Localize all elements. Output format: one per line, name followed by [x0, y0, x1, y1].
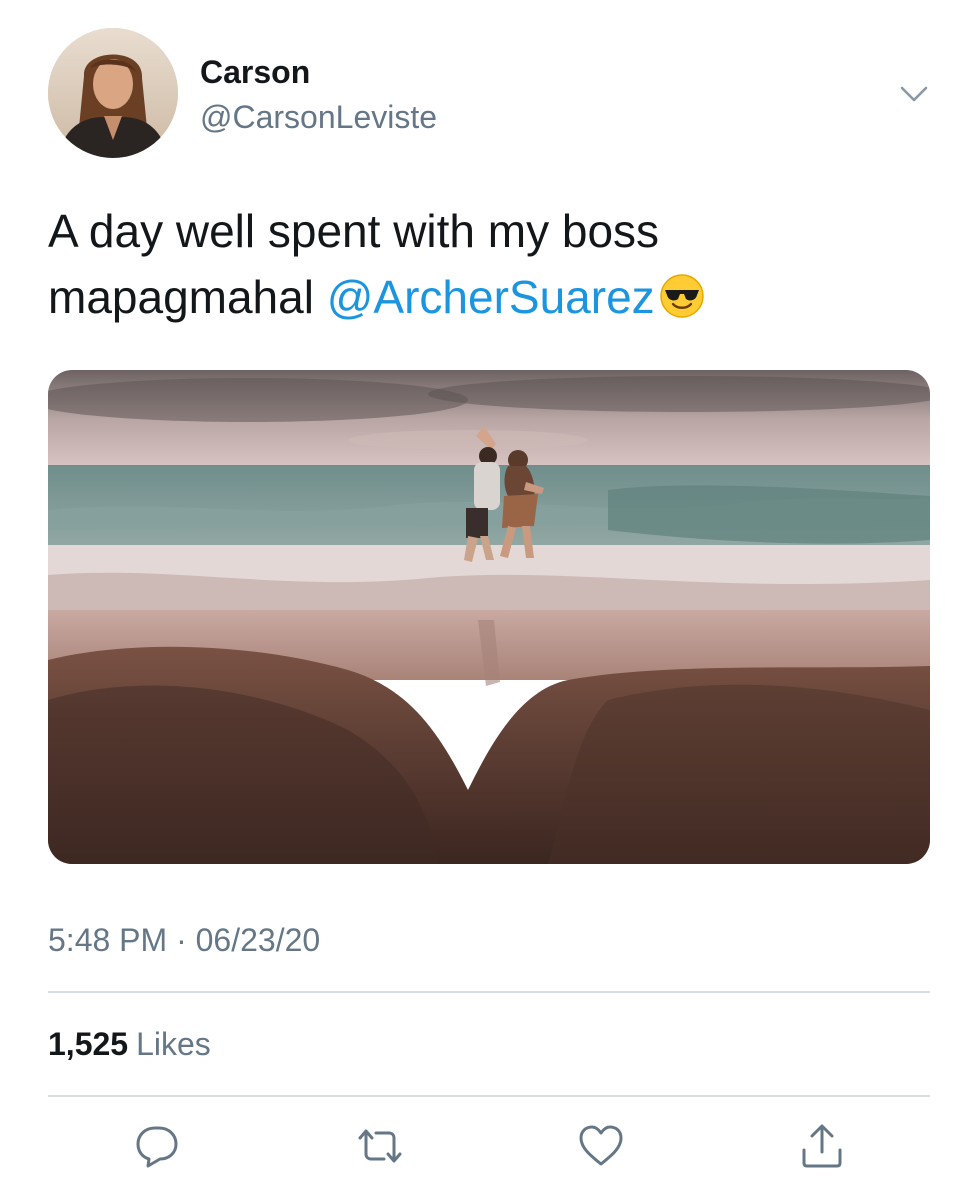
- tweet-text: A day well spent with my boss mapagmahal…: [48, 198, 928, 330]
- user-handle[interactable]: @CarsonLeviste: [200, 96, 437, 138]
- tweet-text-line-1: A day well spent with my boss: [48, 205, 660, 257]
- heart-icon[interactable]: [577, 1122, 625, 1170]
- tweet-text-prefix: mapagmahal: [48, 271, 327, 323]
- sunglasses-emoji-icon: [659, 270, 705, 318]
- author-names: Carson @CarsonLeviste: [200, 52, 437, 138]
- likes-label: Likes: [136, 1026, 211, 1062]
- display-name[interactable]: Carson: [200, 52, 437, 92]
- chevron-down-icon[interactable]: [898, 78, 930, 110]
- reply-icon[interactable]: [133, 1122, 181, 1170]
- action-bar: [0, 1122, 977, 1172]
- likes-stat[interactable]: 1,525 Likes: [48, 1022, 211, 1066]
- retweet-icon[interactable]: [356, 1122, 404, 1170]
- tweet-text-line-2: mapagmahal @ArcherSuarez: [48, 264, 928, 330]
- tweet-header: Carson @CarsonLeviste: [48, 28, 938, 160]
- share-icon[interactable]: [798, 1122, 846, 1170]
- tweet-photo[interactable]: [48, 370, 930, 864]
- avatar[interactable]: [48, 28, 178, 158]
- tweet-timestamp[interactable]: 5:48 PM · 06/23/20: [48, 918, 320, 962]
- divider: [48, 991, 930, 993]
- divider: [48, 1095, 930, 1097]
- mention-link[interactable]: @ArcherSuarez: [327, 271, 655, 323]
- likes-count: 1,525: [48, 1026, 129, 1062]
